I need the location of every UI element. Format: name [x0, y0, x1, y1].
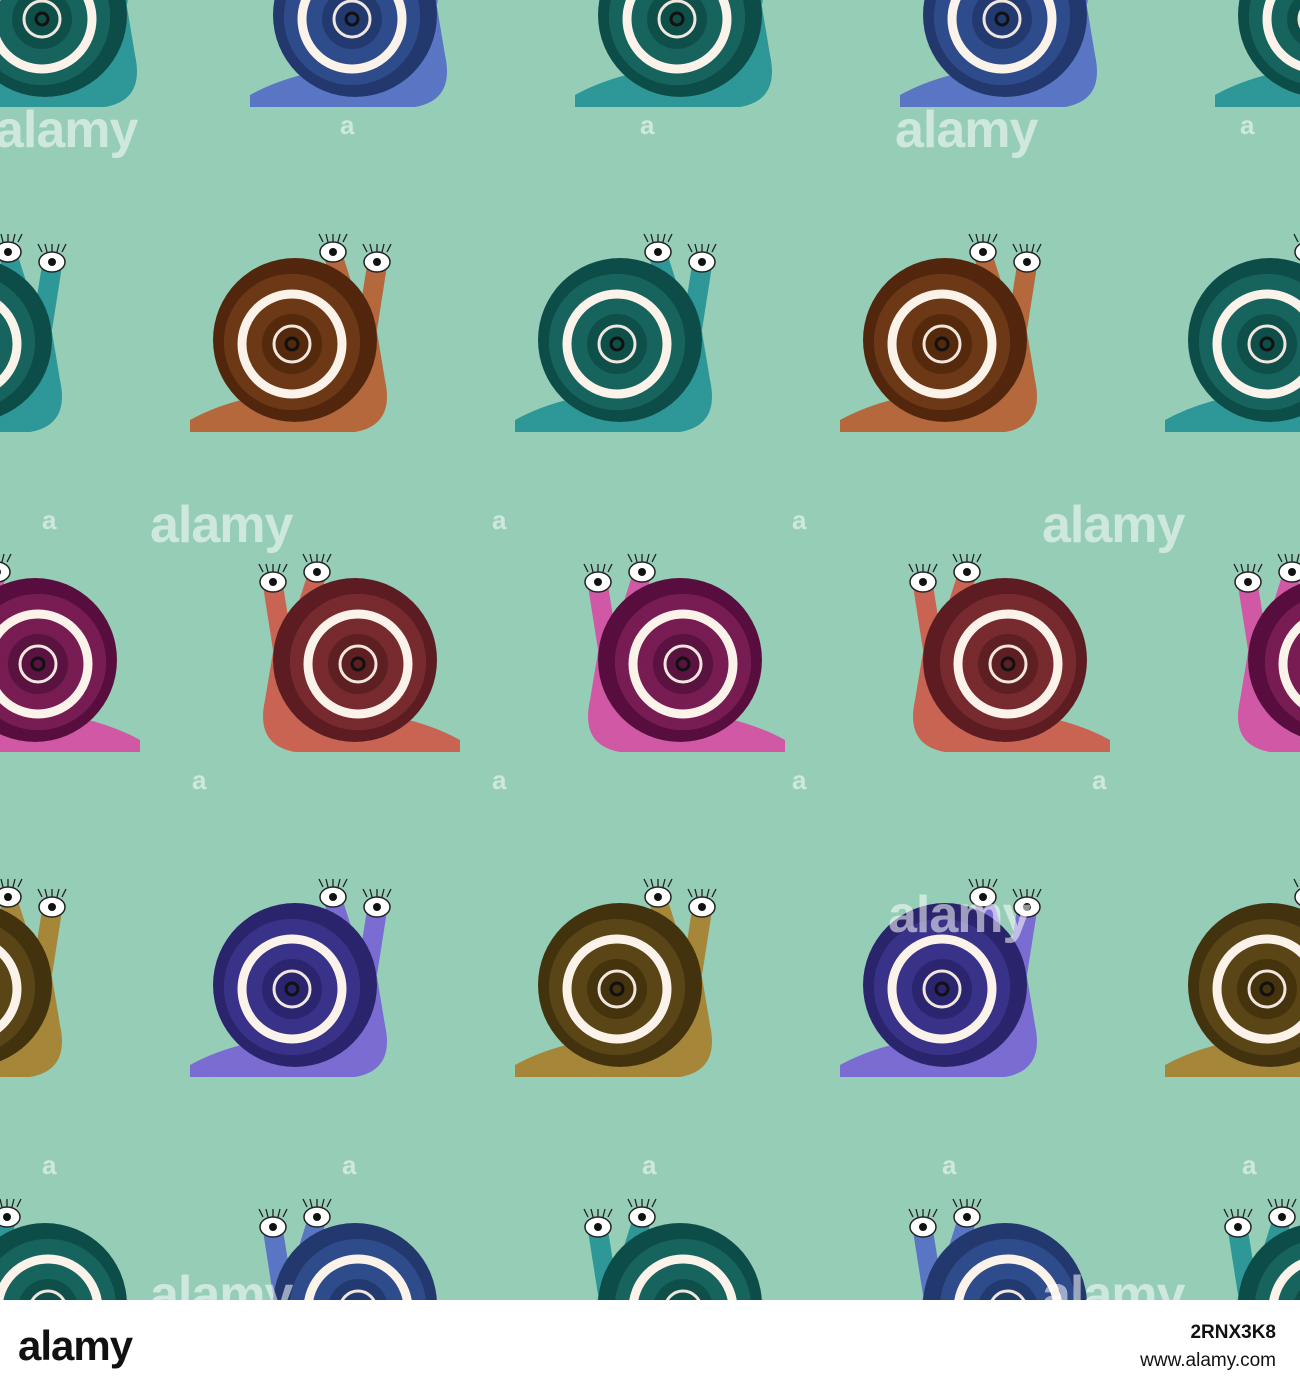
watermark-mark: a — [792, 765, 807, 795]
watermark-mark: a — [492, 505, 507, 535]
watermark-text: alamy — [0, 101, 138, 159]
watermark-text: alamy — [150, 496, 293, 554]
watermark-text: alamy — [888, 886, 1031, 944]
watermark-mark: a — [492, 765, 507, 795]
footer-url: www.alamy.com — [1140, 1350, 1276, 1371]
pattern-canvas: alamy alamy alamy alamy alamy alamy alamy a a a a a… — [0, 0, 1300, 1300]
watermark-mark: a — [342, 1150, 357, 1180]
watermark-text: alamy — [895, 101, 1038, 159]
watermark-mark: a — [942, 1150, 957, 1180]
watermark-mark: a — [1240, 110, 1255, 140]
watermark-text: alamy — [1042, 496, 1185, 554]
snail-pattern — [0, 0, 1300, 1300]
watermark-mark: a — [42, 1150, 57, 1180]
footer-image-id: 2RNX3K8 — [1190, 1322, 1276, 1343]
watermark-mark: a — [1092, 765, 1107, 795]
snail — [0, 0, 137, 107]
stock-footer: alamy 2RNX3K8 www.alamy.com — [0, 1300, 1300, 1390]
watermark-mark: a — [1242, 1150, 1257, 1180]
watermark-mark: a — [792, 505, 807, 535]
footer-logo: alamy — [18, 1322, 133, 1369]
watermark-text: alamy — [1042, 1266, 1185, 1300]
watermark-mark: a — [642, 1150, 657, 1180]
watermark-mark: a — [640, 110, 655, 140]
watermark-mark: a — [192, 765, 207, 795]
watermark-mark: a — [42, 505, 57, 535]
watermark-text: alamy — [150, 1266, 293, 1300]
watermark-mark: a — [340, 110, 355, 140]
